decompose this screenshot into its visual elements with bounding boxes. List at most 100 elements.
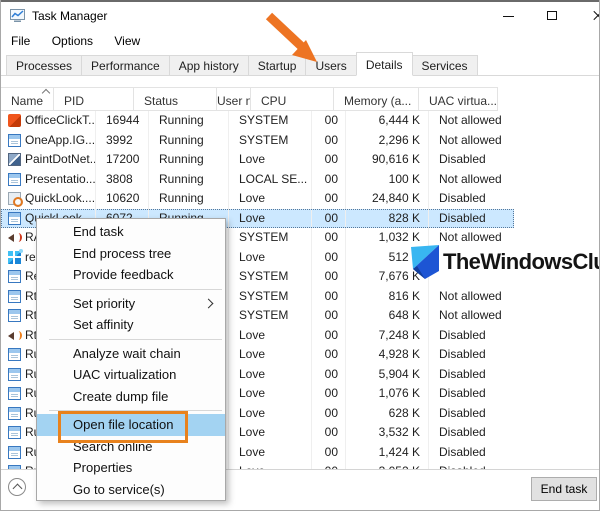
cell-user-name: Love xyxy=(229,189,312,209)
context-menu-item[interactable]: End task xyxy=(37,221,225,243)
tab[interactable]: Performance xyxy=(81,55,169,76)
context-menu-item[interactable]: Search online xyxy=(37,436,225,458)
cell-uac-virtualization: Disabled xyxy=(429,189,514,209)
process-icon xyxy=(8,251,21,264)
cell-user-name: Love xyxy=(229,404,312,424)
cell-memory: 3,532 K xyxy=(346,423,429,443)
cell-uac-virtualization: Disabled xyxy=(429,209,514,229)
tab[interactable]: Services xyxy=(413,55,478,76)
process-icon xyxy=(8,446,21,459)
process-name: QuickLook.... xyxy=(25,191,95,205)
cell-uac-virtualization: Disabled xyxy=(429,150,514,170)
column-header[interactable]: User name xyxy=(217,87,251,111)
context-menu-item[interactable]: Set affinity xyxy=(37,314,225,336)
cell-user-name: Love xyxy=(229,423,312,443)
context-menu-item-label: Open file location xyxy=(73,417,173,432)
process-icon xyxy=(8,348,21,361)
cell-pid: 10620 xyxy=(96,189,149,209)
cell-memory: 628 K xyxy=(346,404,429,424)
context-menu-item[interactable]: Provide feedback xyxy=(37,264,225,286)
tab-label: Services xyxy=(422,59,468,73)
context-menu: End task End process tree Provide feedba… xyxy=(36,218,226,501)
column-header-label: User name xyxy=(217,94,251,108)
tab[interactable]: App history xyxy=(169,55,248,76)
column-header[interactable]: CPU xyxy=(251,87,334,111)
cell-uac-virtualization: Disabled xyxy=(429,404,514,424)
cell-user-name: SYSTEM xyxy=(229,131,312,151)
cell-status: Running xyxy=(149,131,229,151)
context-menu-item[interactable]: UAC virtualization xyxy=(37,364,225,386)
column-header-label: Status xyxy=(144,94,178,108)
context-menu-item[interactable] xyxy=(37,407,225,414)
cell-pid: 16944 xyxy=(96,111,149,131)
process-icon xyxy=(8,153,21,166)
cell-memory: 7,248 K xyxy=(346,326,429,346)
task-manager-window: Task Manager File Options View Processes… xyxy=(0,0,600,511)
column-header-row: Name PID Status User name CPU xyxy=(1,87,498,111)
tab[interactable]: Details xyxy=(356,52,413,76)
context-menu-item-label: Create dump file xyxy=(73,389,168,404)
cell-uac-virtualization: Disabled xyxy=(429,365,514,385)
column-header[interactable]: UAC virtua... xyxy=(419,87,498,111)
minimize-button[interactable] xyxy=(491,2,525,29)
table-row[interactable]: OfficeClickT... 16944 Running SYSTEM 00 … xyxy=(1,111,514,131)
table-row[interactable]: PaintDotNet... 17200 Running Love 00 90,… xyxy=(1,150,514,170)
context-menu-item[interactable]: Analyze wait chain xyxy=(37,343,225,365)
process-name: PaintDotNet... xyxy=(25,152,96,166)
context-menu-item[interactable]: Create dump file xyxy=(37,386,225,408)
cell-memory: 2,296 K xyxy=(346,131,429,151)
column-header[interactable]: Memory (a... xyxy=(334,87,419,111)
menu-file[interactable]: File xyxy=(11,29,30,48)
end-task-button[interactable]: End task xyxy=(531,477,597,501)
context-menu-item[interactable]: Go to service(s) xyxy=(37,479,225,501)
cell-cpu: 00 xyxy=(312,111,346,131)
fewer-details-button[interactable] xyxy=(8,478,26,496)
cell-name: OneApp.IG... xyxy=(1,131,96,151)
context-menu-item[interactable]: Open file location xyxy=(37,414,225,436)
context-menu-item[interactable] xyxy=(37,336,225,343)
table-row[interactable]: OneApp.IG... 3992 Running SYSTEM 00 2,29… xyxy=(1,131,514,151)
cell-user-name: Love xyxy=(229,209,312,229)
cell-cpu: 00 xyxy=(312,326,346,346)
process-name: Presentatio... xyxy=(25,172,96,186)
process-icon xyxy=(8,134,21,147)
process-icon xyxy=(8,329,21,342)
column-header[interactable]: PID xyxy=(54,87,134,111)
column-header[interactable]: Status xyxy=(134,87,217,111)
menu-options[interactable]: Options xyxy=(52,29,93,48)
context-menu-item[interactable]: End process tree xyxy=(37,243,225,265)
context-menu-item-label: Provide feedback xyxy=(73,267,173,282)
context-menu-item-label: Go to service(s) xyxy=(73,482,165,497)
cell-status: Running xyxy=(149,150,229,170)
cell-uac-virtualization: Disabled xyxy=(429,326,514,346)
menu-view[interactable]: View xyxy=(114,29,140,48)
process-icon xyxy=(8,387,21,400)
cell-uac-virtualization: Not allowed xyxy=(429,287,514,307)
cell-cpu: 00 xyxy=(312,384,346,404)
tab-label: Performance xyxy=(91,59,160,73)
context-menu-item[interactable]: Set priority xyxy=(37,293,225,315)
context-menu-item-label: Properties xyxy=(73,460,132,475)
thewindowsclub-logo: TheWindowsClub xyxy=(411,245,600,279)
tab[interactable]: Processes xyxy=(6,55,81,76)
context-menu-item[interactable] xyxy=(37,286,225,293)
cell-name: QuickLook.... xyxy=(1,189,96,209)
cell-status: Running xyxy=(149,189,229,209)
cell-memory: 648 K xyxy=(346,306,429,326)
context-menu-item[interactable]: Properties xyxy=(37,457,225,479)
process-name: OfficeClickT... xyxy=(25,113,96,127)
context-menu-item-label: End task xyxy=(73,224,124,239)
cell-status: Running xyxy=(149,111,229,131)
process-icon xyxy=(8,309,21,322)
table-row[interactable]: QuickLook.... 10620 Running Love 00 24,8… xyxy=(1,189,514,209)
context-menu-item-label: Set affinity xyxy=(73,317,133,332)
process-icon xyxy=(8,270,21,283)
cell-memory: 828 K xyxy=(346,209,429,229)
close-button[interactable] xyxy=(579,2,600,29)
cell-memory: 816 K xyxy=(346,287,429,307)
context-menu-item-label: Search online xyxy=(73,439,153,454)
cell-cpu: 00 xyxy=(312,248,346,268)
cell-memory: 100 K xyxy=(346,170,429,190)
maximize-button[interactable] xyxy=(535,2,569,29)
table-row[interactable]: Presentatio... 3808 Running LOCAL SE... … xyxy=(1,170,514,190)
